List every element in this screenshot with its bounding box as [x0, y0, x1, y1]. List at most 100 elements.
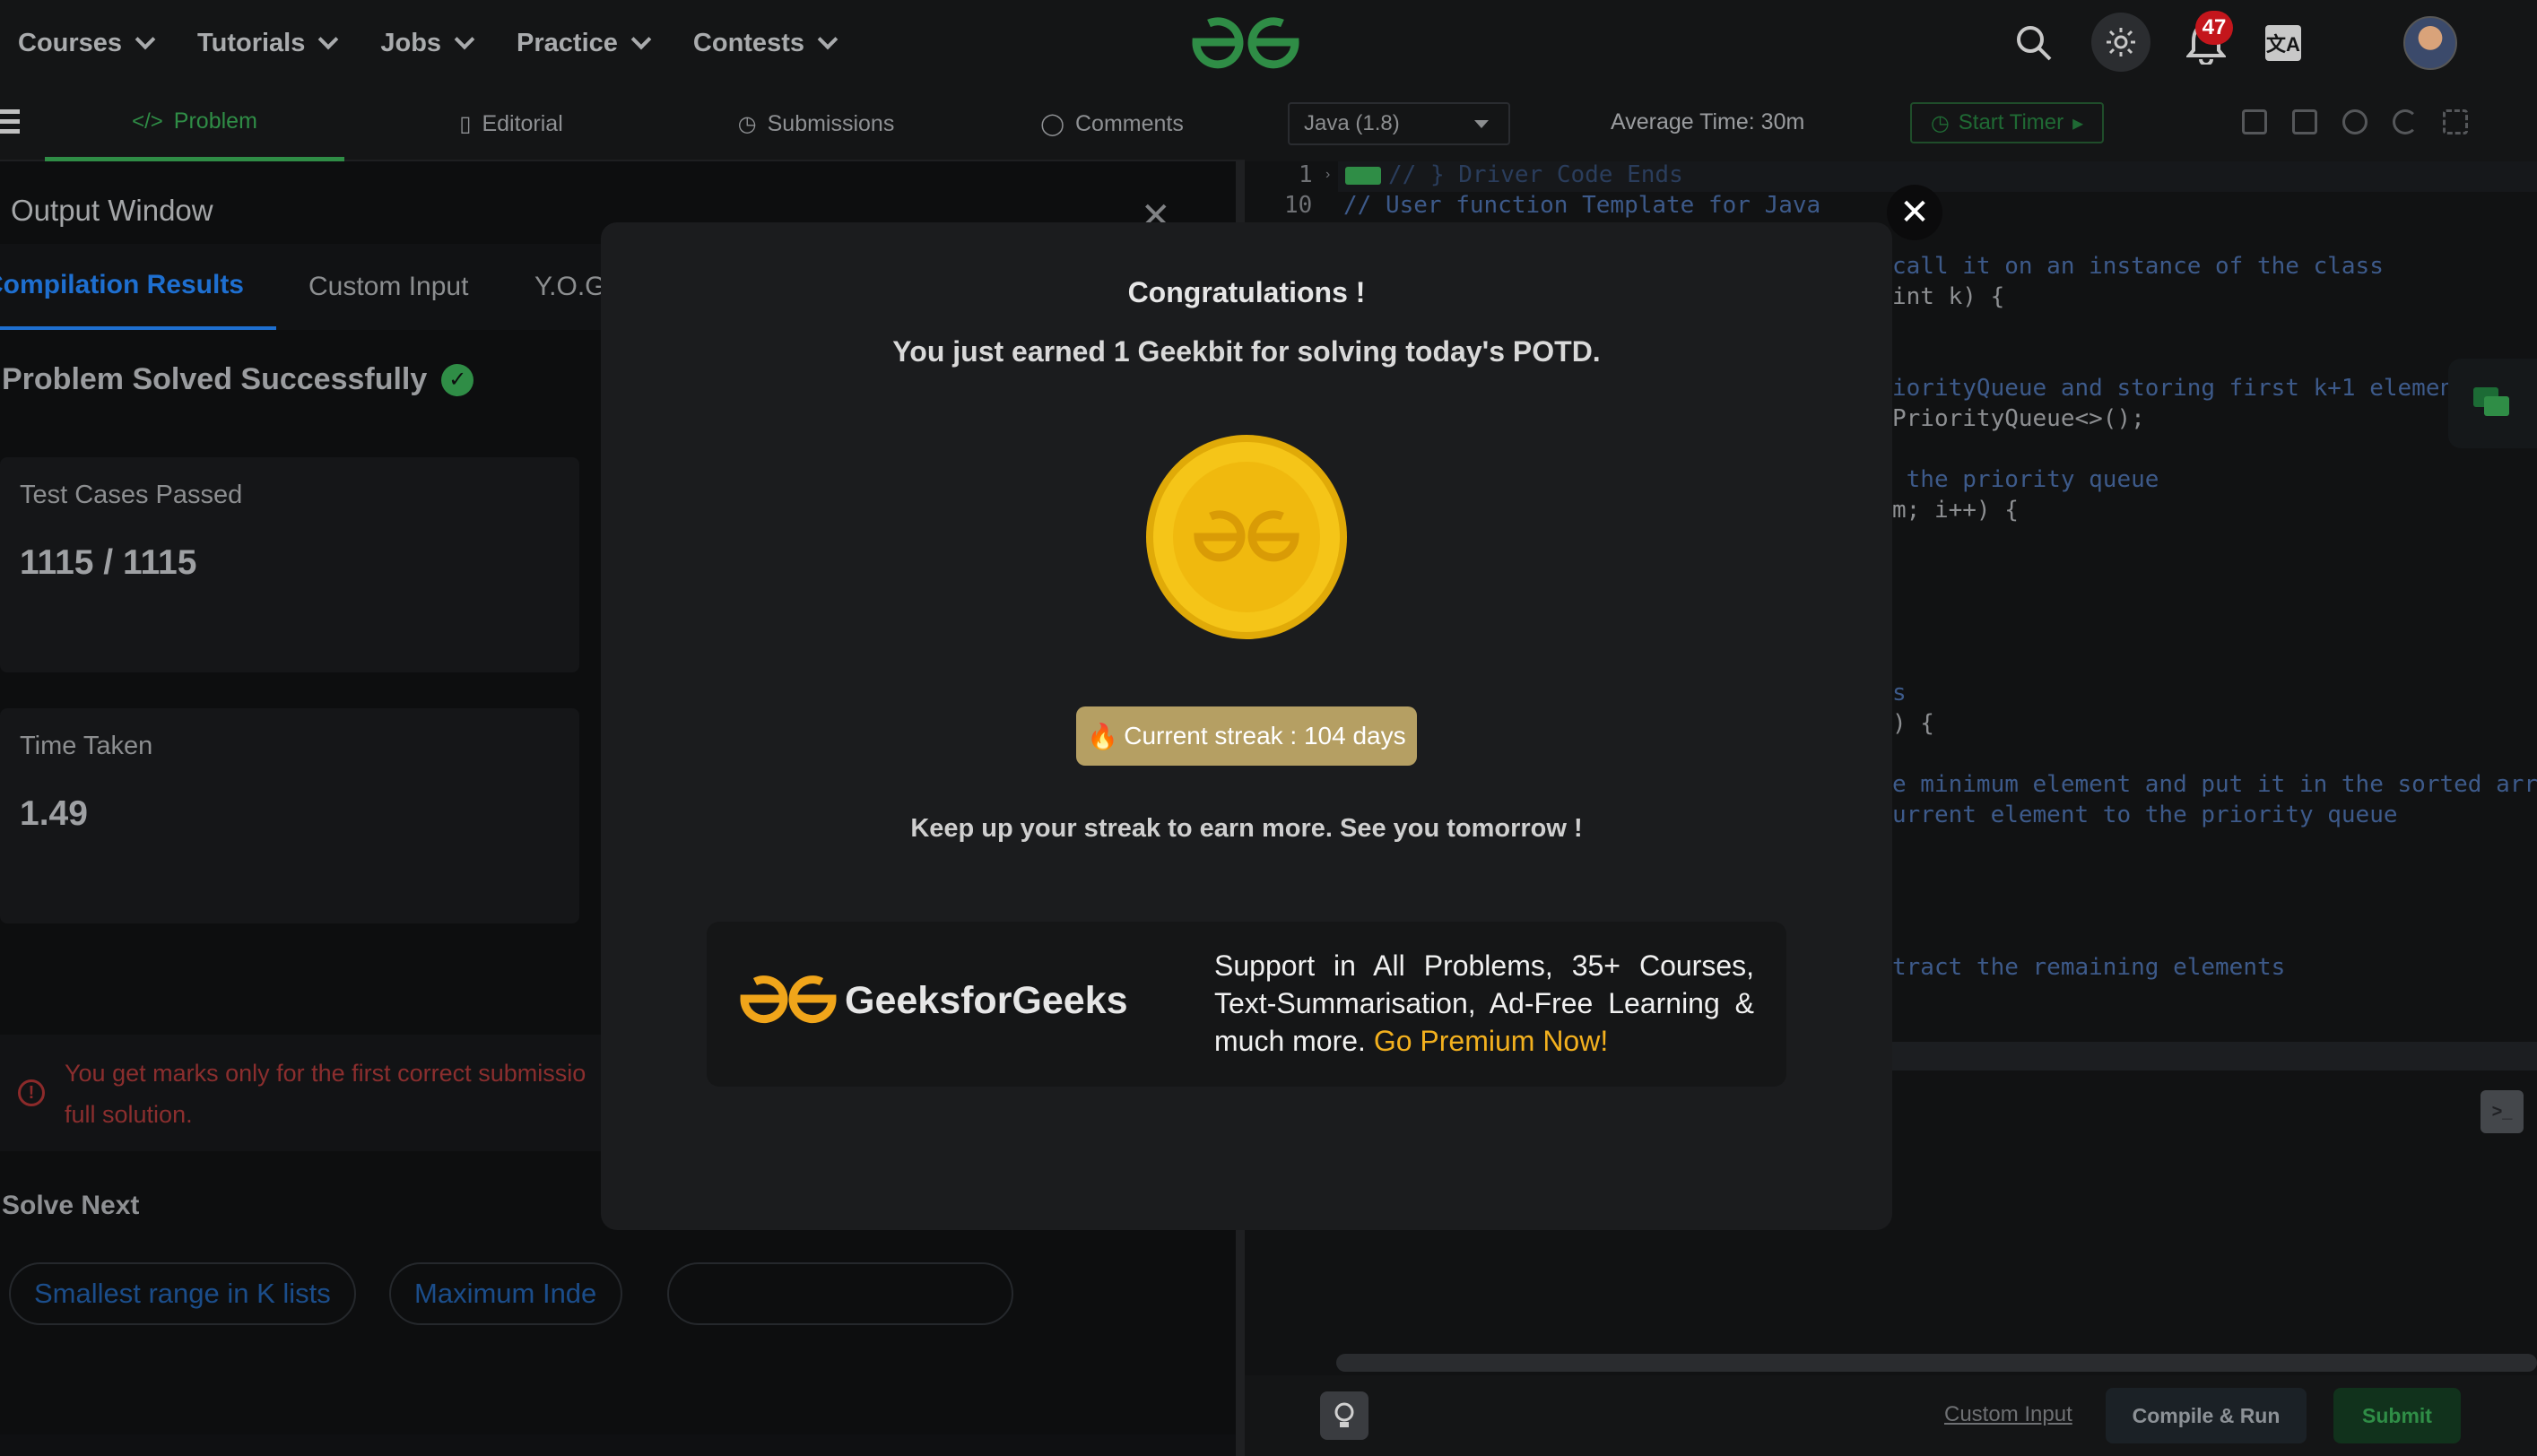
card-value: 1115 / 1115 — [20, 543, 197, 582]
tab-editorial[interactable]: ▯ Editorial — [395, 86, 628, 161]
tab-problem[interactable]: </> Problem — [45, 86, 344, 161]
status-text: Problem Solved Successfully — [2, 362, 428, 396]
fullscreen-icon[interactable] — [2443, 109, 2468, 134]
menu-courses[interactable]: Courses — [18, 28, 156, 58]
theme-toggle-icon[interactable] — [2091, 13, 2150, 72]
submit-button[interactable]: Submit — [2333, 1388, 2461, 1443]
solve-next-title: Solve Next — [2, 1191, 140, 1220]
menu-contests[interactable]: Contests — [693, 29, 838, 58]
clock-icon: ◷ — [737, 111, 757, 136]
problem-tabs: </> Problem ▯ Editorial ◷ Submissions ◯ Comm… — [0, 86, 1245, 161]
editor-toolbar: Java (1.8) Average Time: 30m ◷ Start Tim… — [1245, 86, 2537, 161]
solve-next-chip[interactable] — [667, 1262, 1013, 1325]
code-line: // } Driver Code Ends — [1388, 161, 1683, 188]
fold-marker-icon[interactable] — [1345, 167, 1381, 185]
chip-label: Smallest range in K lists — [34, 1278, 331, 1309]
status-message: Problem Solved Successfully ✓ — [2, 362, 474, 397]
main-menu: Courses Tutorials Jobs Practice Contests — [18, 29, 880, 58]
menu-label: Courses — [18, 28, 123, 57]
menu-jobs[interactable]: Jobs — [380, 29, 475, 58]
horizontal-scrollbar[interactable] — [1336, 1354, 2537, 1372]
tab-label: Y.O.G — [534, 272, 606, 301]
card-label: Test Cases Passed — [20, 481, 243, 509]
code-fragment: s — [1892, 680, 1907, 706]
button-label: Start Timer — [1958, 110, 2064, 134]
chevron-down-icon — [454, 29, 475, 50]
compile-run-button[interactable]: Compile & Run — [2106, 1388, 2307, 1443]
code-icon: </> — [132, 108, 163, 134]
brand-name: GeeksforGeeks — [845, 979, 1128, 1022]
geekbit-coin-icon — [1146, 435, 1347, 639]
tab-label: Custom Input — [308, 272, 469, 301]
menu-practice[interactable]: Practice — [517, 29, 652, 58]
fold-arrow-icon[interactable]: › — [1325, 167, 1330, 183]
code-fragment: PriorityQueue<>(); — [1892, 405, 2145, 432]
tab-compilation-results[interactable]: Compilation Results — [0, 244, 276, 330]
editor-hscroll-track[interactable] — [1892, 1042, 2537, 1070]
caret-down-icon — [1474, 120, 1489, 128]
avatar[interactable] — [2403, 16, 2457, 70]
tab-comments[interactable]: ◯ Comments — [1004, 86, 1220, 161]
code-fragment: urrent element to the priority queue — [1892, 802, 2398, 828]
code-fragment: m; i++) { — [1892, 497, 2019, 524]
solve-next-chip[interactable]: Maximum Inde — [389, 1262, 622, 1325]
time-taken-card: Time Taken 1.49 — [0, 708, 579, 923]
card-label: Time Taken — [20, 732, 153, 760]
custom-input-link[interactable]: Custom Input — [1944, 1402, 2072, 1427]
premium-promo[interactable]: GeeksforGeeks Support in All Problems, 3… — [707, 922, 1786, 1087]
hamburger-icon[interactable] — [0, 109, 20, 136]
go-premium-link[interactable]: Go Premium Now! — [1374, 1025, 1608, 1057]
warning-text: You get marks only for the first correct… — [65, 1053, 621, 1135]
line-number: 1 — [1299, 161, 1313, 188]
search-icon[interactable] — [2012, 22, 2055, 65]
file-icon[interactable] — [2292, 109, 2317, 134]
chat-icon — [2473, 387, 2509, 416]
tab-yog[interactable]: Y.O.G — [534, 244, 605, 330]
comment-icon: ◯ — [1040, 111, 1064, 136]
copy-icon[interactable] — [2242, 109, 2267, 134]
chip-label: Maximum Inde — [414, 1278, 597, 1309]
code-fragment: int k) { — [1892, 283, 2005, 310]
potd-success-modal: Congratulations ! You just earned 1 Geek… — [601, 222, 1892, 1230]
notification-badge: 47 — [2195, 11, 2233, 45]
code-line: // User function Template for Java — [1343, 192, 1821, 219]
alert-circle-icon: ! — [18, 1079, 45, 1106]
solve-next-chip[interactable]: Smallest range in K lists — [9, 1262, 356, 1325]
menu-tutorials[interactable]: Tutorials — [197, 29, 339, 58]
code-fragment: e minimum element and put it in the sort… — [1892, 771, 2537, 798]
tab-label: Editorial — [482, 110, 563, 136]
gfg-logo-icon — [740, 975, 837, 1024]
tab-custom-input[interactable]: Custom Input — [308, 244, 468, 330]
chat-button[interactable] — [2448, 359, 2537, 448]
terminal-icon[interactable]: >_ — [2481, 1090, 2524, 1133]
streak-text: Current streak : 104 days — [1124, 722, 1406, 750]
line-number: 10 — [1284, 192, 1313, 219]
chevron-down-icon — [630, 29, 652, 50]
test-cases-card: Test Cases Passed 1115 / 1115 — [0, 457, 579, 672]
tab-label: Submissions — [767, 110, 895, 136]
chevron-down-icon — [817, 29, 838, 50]
encouragement-text: Keep up your streak to earn more. See yo… — [910, 814, 1583, 843]
code-fragment: the priority queue — [1892, 466, 2159, 493]
modal-subtitle: You just earned 1 Geekbit for solving to… — [892, 335, 1601, 368]
settings-icon[interactable] — [2342, 109, 2368, 134]
hint-bulb-icon[interactable] — [1320, 1391, 1368, 1440]
refresh-icon[interactable] — [2393, 109, 2418, 134]
code-fragment: ) { — [1892, 710, 1934, 737]
start-timer-button[interactable]: ◷ Start Timer ▸ — [1910, 102, 2104, 143]
play-icon: ▸ — [2072, 110, 2084, 135]
document-icon: ▯ — [459, 111, 472, 136]
top-navbar: Courses Tutorials Jobs Practice Contests… — [0, 0, 2537, 86]
tab-submissions[interactable]: ◷ Submissions — [699, 86, 933, 161]
language-select[interactable]: Java (1.8) — [1288, 102, 1510, 145]
marks-warning: ! You get marks only for the first corre… — [0, 1035, 610, 1151]
timer-icon: ◷ — [1930, 110, 1950, 135]
modal-close-icon[interactable]: ✕ — [1887, 185, 1942, 240]
warning-line: full solution. — [65, 1101, 193, 1128]
tab-label: Comments — [1074, 110, 1184, 136]
gfg-logo-icon[interactable] — [1189, 13, 1302, 72]
tab-label: Compilation Results — [0, 270, 244, 299]
check-circle-icon: ✓ — [441, 363, 474, 396]
translate-icon[interactable]: 文A — [2265, 25, 2301, 61]
editor-bottom-bar: Custom Input Compile & Run Submit — [1245, 1375, 2537, 1456]
